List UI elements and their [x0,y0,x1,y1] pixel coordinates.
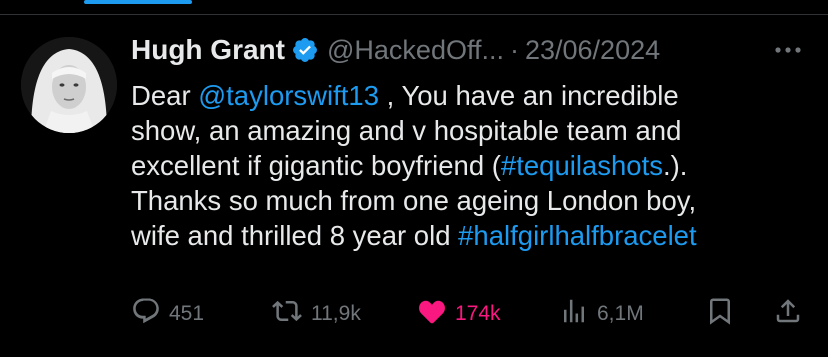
tweet-text-line: Thanks so much from one ageing London bo… [131,183,811,218]
views-button[interactable]: 6,1M [559,296,644,332]
more-icon[interactable] [772,38,804,62]
verified-badge-icon[interactable] [291,36,319,64]
share-button[interactable] [773,296,811,332]
reply-button[interactable]: 451 [131,296,204,332]
tweet-text-line: show, an amazing and v hospitable team a… [131,113,811,148]
tweet-text-line: Dear @taylorswift13 , You have an incred… [131,78,811,113]
tweet-text-segment: , You have an incredible [379,80,679,111]
repost-button[interactable]: 11,9k [271,296,361,332]
tweet-text-segment: excellent if gigantic boyfriend ( [131,150,501,181]
hashtag-link[interactable]: #halfgirlhalfbracelet [458,220,696,251]
repost-count: 11,9k [311,302,361,325]
tweet-text-line: wife and thrilled 8 year old #halfgirlha… [131,218,811,253]
tweet-text-segment: Dear [131,80,199,111]
avatar[interactable] [21,37,117,133]
display-name[interactable]: Hugh Grant [131,34,285,66]
action-bar: 451 11,9k 174k 6,1M [131,296,811,332]
reply-icon [131,296,169,332]
reply-count: 451 [169,302,205,325]
like-count: 174k [455,302,501,325]
tweet-text-segment: .). [662,150,688,181]
hashtag-link[interactable]: #tequilashots [501,150,663,181]
share-icon [773,296,811,332]
like-icon [417,296,455,332]
timestamp[interactable]: 23/06/2024 [525,35,660,66]
tweet[interactable]: Hugh Grant @HackedOff... · 23/06/2024 De… [0,0,828,357]
repost-icon [271,296,311,332]
separator-dot: · [509,34,519,65]
views-count: 6,1M [597,302,644,325]
tweet-text-segment: wife and thrilled 8 year old [131,220,459,251]
tweet-header: Hugh Grant @HackedOff... · 23/06/2024 [131,30,812,70]
tweet-text-segment: show, an amazing and v hospitable team a… [131,115,682,146]
tweet-text-line: excellent if gigantic boyfriend (#tequil… [131,148,811,183]
mention-link[interactable]: @taylorswift13 [198,80,379,111]
tweet-text-segment: Thanks so much from one ageing London bo… [131,185,697,216]
bookmark-button[interactable] [705,296,743,332]
like-button[interactable]: 174k [417,296,501,332]
tweet-text: Dear @taylorswift13 , You have an incred… [131,78,811,253]
views-icon [559,296,597,332]
bookmark-icon [705,296,743,332]
handle[interactable]: @HackedOff... [327,35,504,66]
